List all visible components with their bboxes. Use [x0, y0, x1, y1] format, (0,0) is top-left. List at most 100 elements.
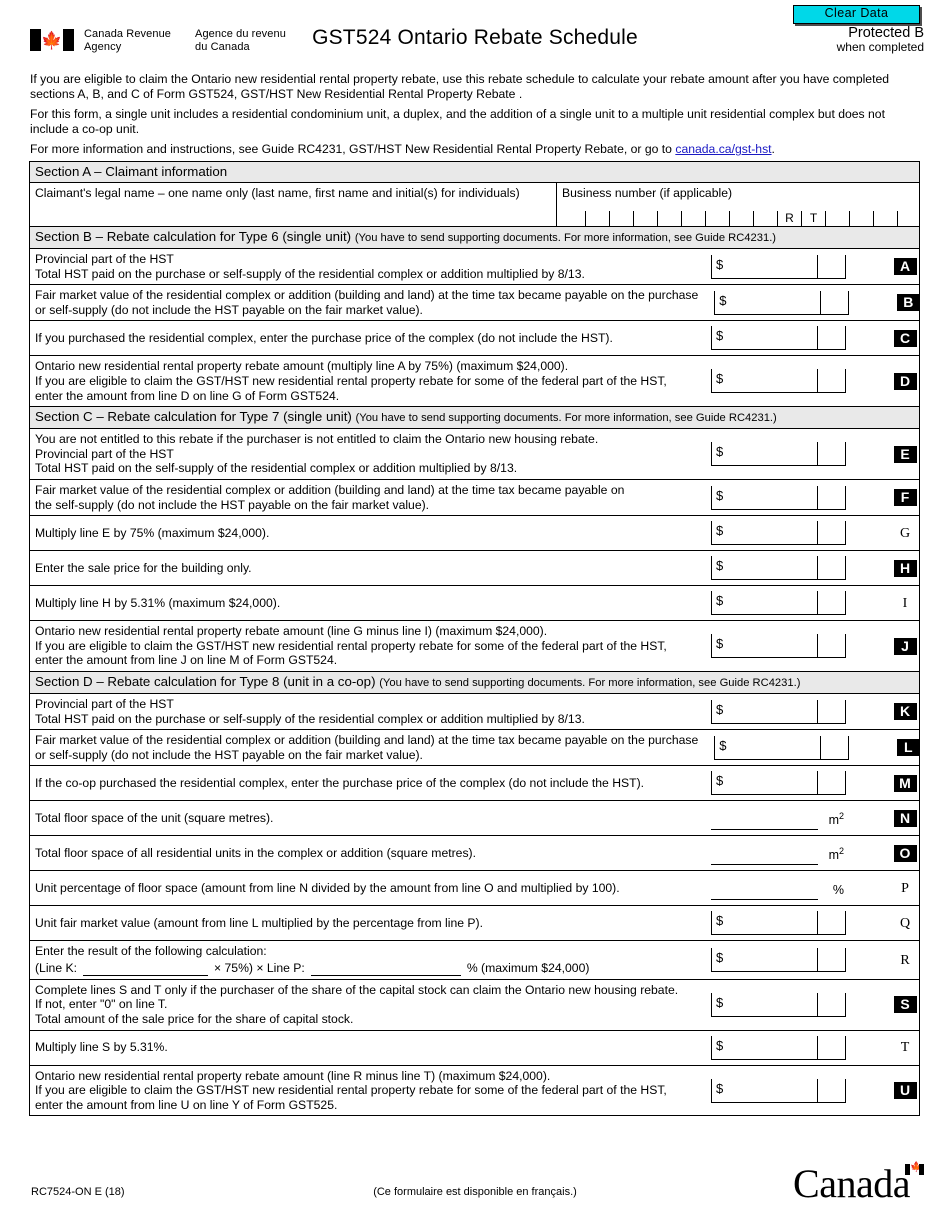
amount-field-line-j[interactable]: $: [711, 634, 846, 659]
bn-digit-4[interactable]: [634, 211, 658, 226]
cents-divider: [817, 992, 818, 1016]
amount-field-line-t[interactable]: $: [711, 1035, 846, 1060]
bn-program-r-label: R: [778, 211, 802, 226]
amount-value[interactable]: [728, 487, 816, 508]
cents-divider: [817, 634, 818, 658]
form-line-text: Multiply line S by 5.31%.: [35, 1040, 168, 1055]
form-page: Clear Data 🍁 Canada Revenue Agency Agenc…: [0, 0, 950, 1230]
cents-divider: [817, 771, 818, 795]
amount-field-line-u[interactable]: $: [711, 1078, 846, 1103]
bn-digit-9[interactable]: [754, 211, 778, 226]
bn-digit-1[interactable]: [562, 211, 586, 226]
amount-field-line-c[interactable]: $: [711, 326, 846, 351]
cents-divider: [817, 326, 818, 350]
form-line-text: Total floor space of the unit (square me…: [35, 810, 274, 825]
amount-field-line-m[interactable]: $: [711, 771, 846, 796]
calc-prefix: (Line K:: [35, 961, 78, 976]
form-line-row: Fair market value of the residential com…: [30, 730, 920, 767]
amount-value[interactable]: [728, 701, 816, 722]
bn-digit-3[interactable]: [610, 211, 634, 226]
dollar-sign: $: [716, 913, 724, 929]
line-tag-a: A: [891, 249, 919, 284]
amount-field-line-b[interactable]: $: [714, 290, 850, 315]
amount-value[interactable]: [728, 1080, 816, 1101]
bn-ref-2[interactable]: [850, 211, 874, 226]
amount-field-line-i[interactable]: $: [711, 591, 846, 616]
amount-value[interactable]: [728, 994, 816, 1015]
amount-value[interactable]: [728, 327, 816, 348]
line-tag-q: Q: [891, 906, 919, 940]
value-field-line-n[interactable]: m2: [711, 806, 846, 831]
business-number-input[interactable]: R T: [562, 211, 917, 226]
amount-field-line-l[interactable]: $: [714, 735, 850, 760]
line-tag-t: T: [891, 1031, 919, 1065]
dollar-sign: $: [716, 558, 724, 574]
canada-gst-hst-link[interactable]: canada.ca/gst-hst: [675, 142, 771, 156]
cents-divider: [817, 591, 818, 615]
amount-value[interactable]: [728, 1037, 816, 1058]
amount-value[interactable]: [731, 292, 819, 313]
line-k-input[interactable]: [83, 961, 209, 976]
amount-value[interactable]: [728, 557, 816, 578]
amount-field-line-a[interactable]: $: [711, 254, 846, 279]
bn-digit-8[interactable]: [730, 211, 754, 226]
bn-digit-6[interactable]: [682, 211, 706, 226]
form-line-text: Ontario new residential rental property …: [35, 1068, 551, 1083]
form-line-row: Total floor space of all residential uni…: [30, 836, 919, 872]
value-field-line-p[interactable]: %: [711, 876, 846, 901]
amount-field-line-g[interactable]: $: [711, 521, 846, 546]
amount-value[interactable]: [728, 256, 816, 277]
line-r-calculation: (Line K: × 75%) × Line P: % (maximum $24,0…: [35, 961, 695, 976]
square-metres-unit-label: m2: [828, 811, 844, 828]
amount-value[interactable]: [728, 443, 816, 464]
input-rule: [711, 864, 818, 866]
section-d-note: (You have to send supporting documents. …: [379, 676, 801, 689]
amount-field-line-r[interactable]: $: [711, 948, 846, 973]
bn-digit-7[interactable]: [706, 211, 730, 226]
line-p-input[interactable]: [310, 961, 461, 976]
dollar-sign: $: [716, 256, 724, 272]
amount-field-line-q[interactable]: $: [711, 911, 846, 936]
form-line-text: Unit percentage of floor space (amount f…: [35, 880, 620, 895]
amount-field-line-h[interactable]: $: [711, 556, 846, 581]
line-tag-letter: D: [893, 372, 917, 390]
line-tag-letter: E: [893, 445, 917, 463]
amount-value[interactable]: [728, 592, 816, 613]
amount-value[interactable]: [728, 370, 816, 391]
bn-digit-5[interactable]: [658, 211, 682, 226]
amount-field-line-f[interactable]: $: [711, 485, 846, 510]
amount-field-line-k[interactable]: $: [711, 699, 846, 724]
form-line-text: enter the amount from line J on line M o…: [35, 653, 338, 668]
form-line-text: Total HST paid on the purchase or self-s…: [35, 266, 585, 281]
line-tag-i: I: [891, 586, 919, 620]
clear-data-button[interactable]: Clear Data: [793, 5, 920, 24]
line-tag-o: O: [891, 836, 919, 870]
form-line-label: If you purchased the residential complex…: [30, 321, 701, 355]
bn-ref-1[interactable]: [826, 211, 850, 226]
amount-value[interactable]: [728, 635, 816, 656]
form-line-row: Ontario new residential rental property …: [30, 1066, 919, 1116]
line-tag-letter: T: [900, 1040, 910, 1056]
dollar-sign: $: [716, 328, 724, 344]
amount-field-line-e[interactable]: $: [711, 442, 846, 467]
amount-value[interactable]: [731, 737, 819, 758]
calc-mid: × 75%) × Line P:: [214, 961, 305, 976]
amount-value[interactable]: [728, 772, 816, 793]
line-tag-g: G: [891, 516, 919, 550]
section-b-heading: Section B – Rebate calculation for Type …: [30, 227, 919, 249]
amount-value[interactable]: [728, 912, 816, 933]
bn-digit-2[interactable]: [586, 211, 610, 226]
form-line-amount-cell: $: [701, 1031, 891, 1065]
amount-field-line-s[interactable]: $: [711, 992, 846, 1017]
line-tag-e: E: [891, 429, 919, 479]
form-line-row: Multiply line H by 5.31% (maximum $24,00…: [30, 586, 919, 622]
amount-value[interactable]: [728, 522, 816, 543]
amount-value[interactable]: [728, 949, 816, 970]
bn-ref-4[interactable]: [898, 211, 922, 226]
amount-field-line-d[interactable]: $: [711, 369, 846, 394]
value-field-line-o[interactable]: m2: [711, 841, 846, 866]
bn-ref-3[interactable]: [874, 211, 898, 226]
form-line-row: Provincial part of the HST Total HST paid…: [30, 694, 919, 731]
cents-divider: [817, 254, 818, 278]
canada-wordmark-flag-icon: 🍁: [905, 1162, 924, 1175]
